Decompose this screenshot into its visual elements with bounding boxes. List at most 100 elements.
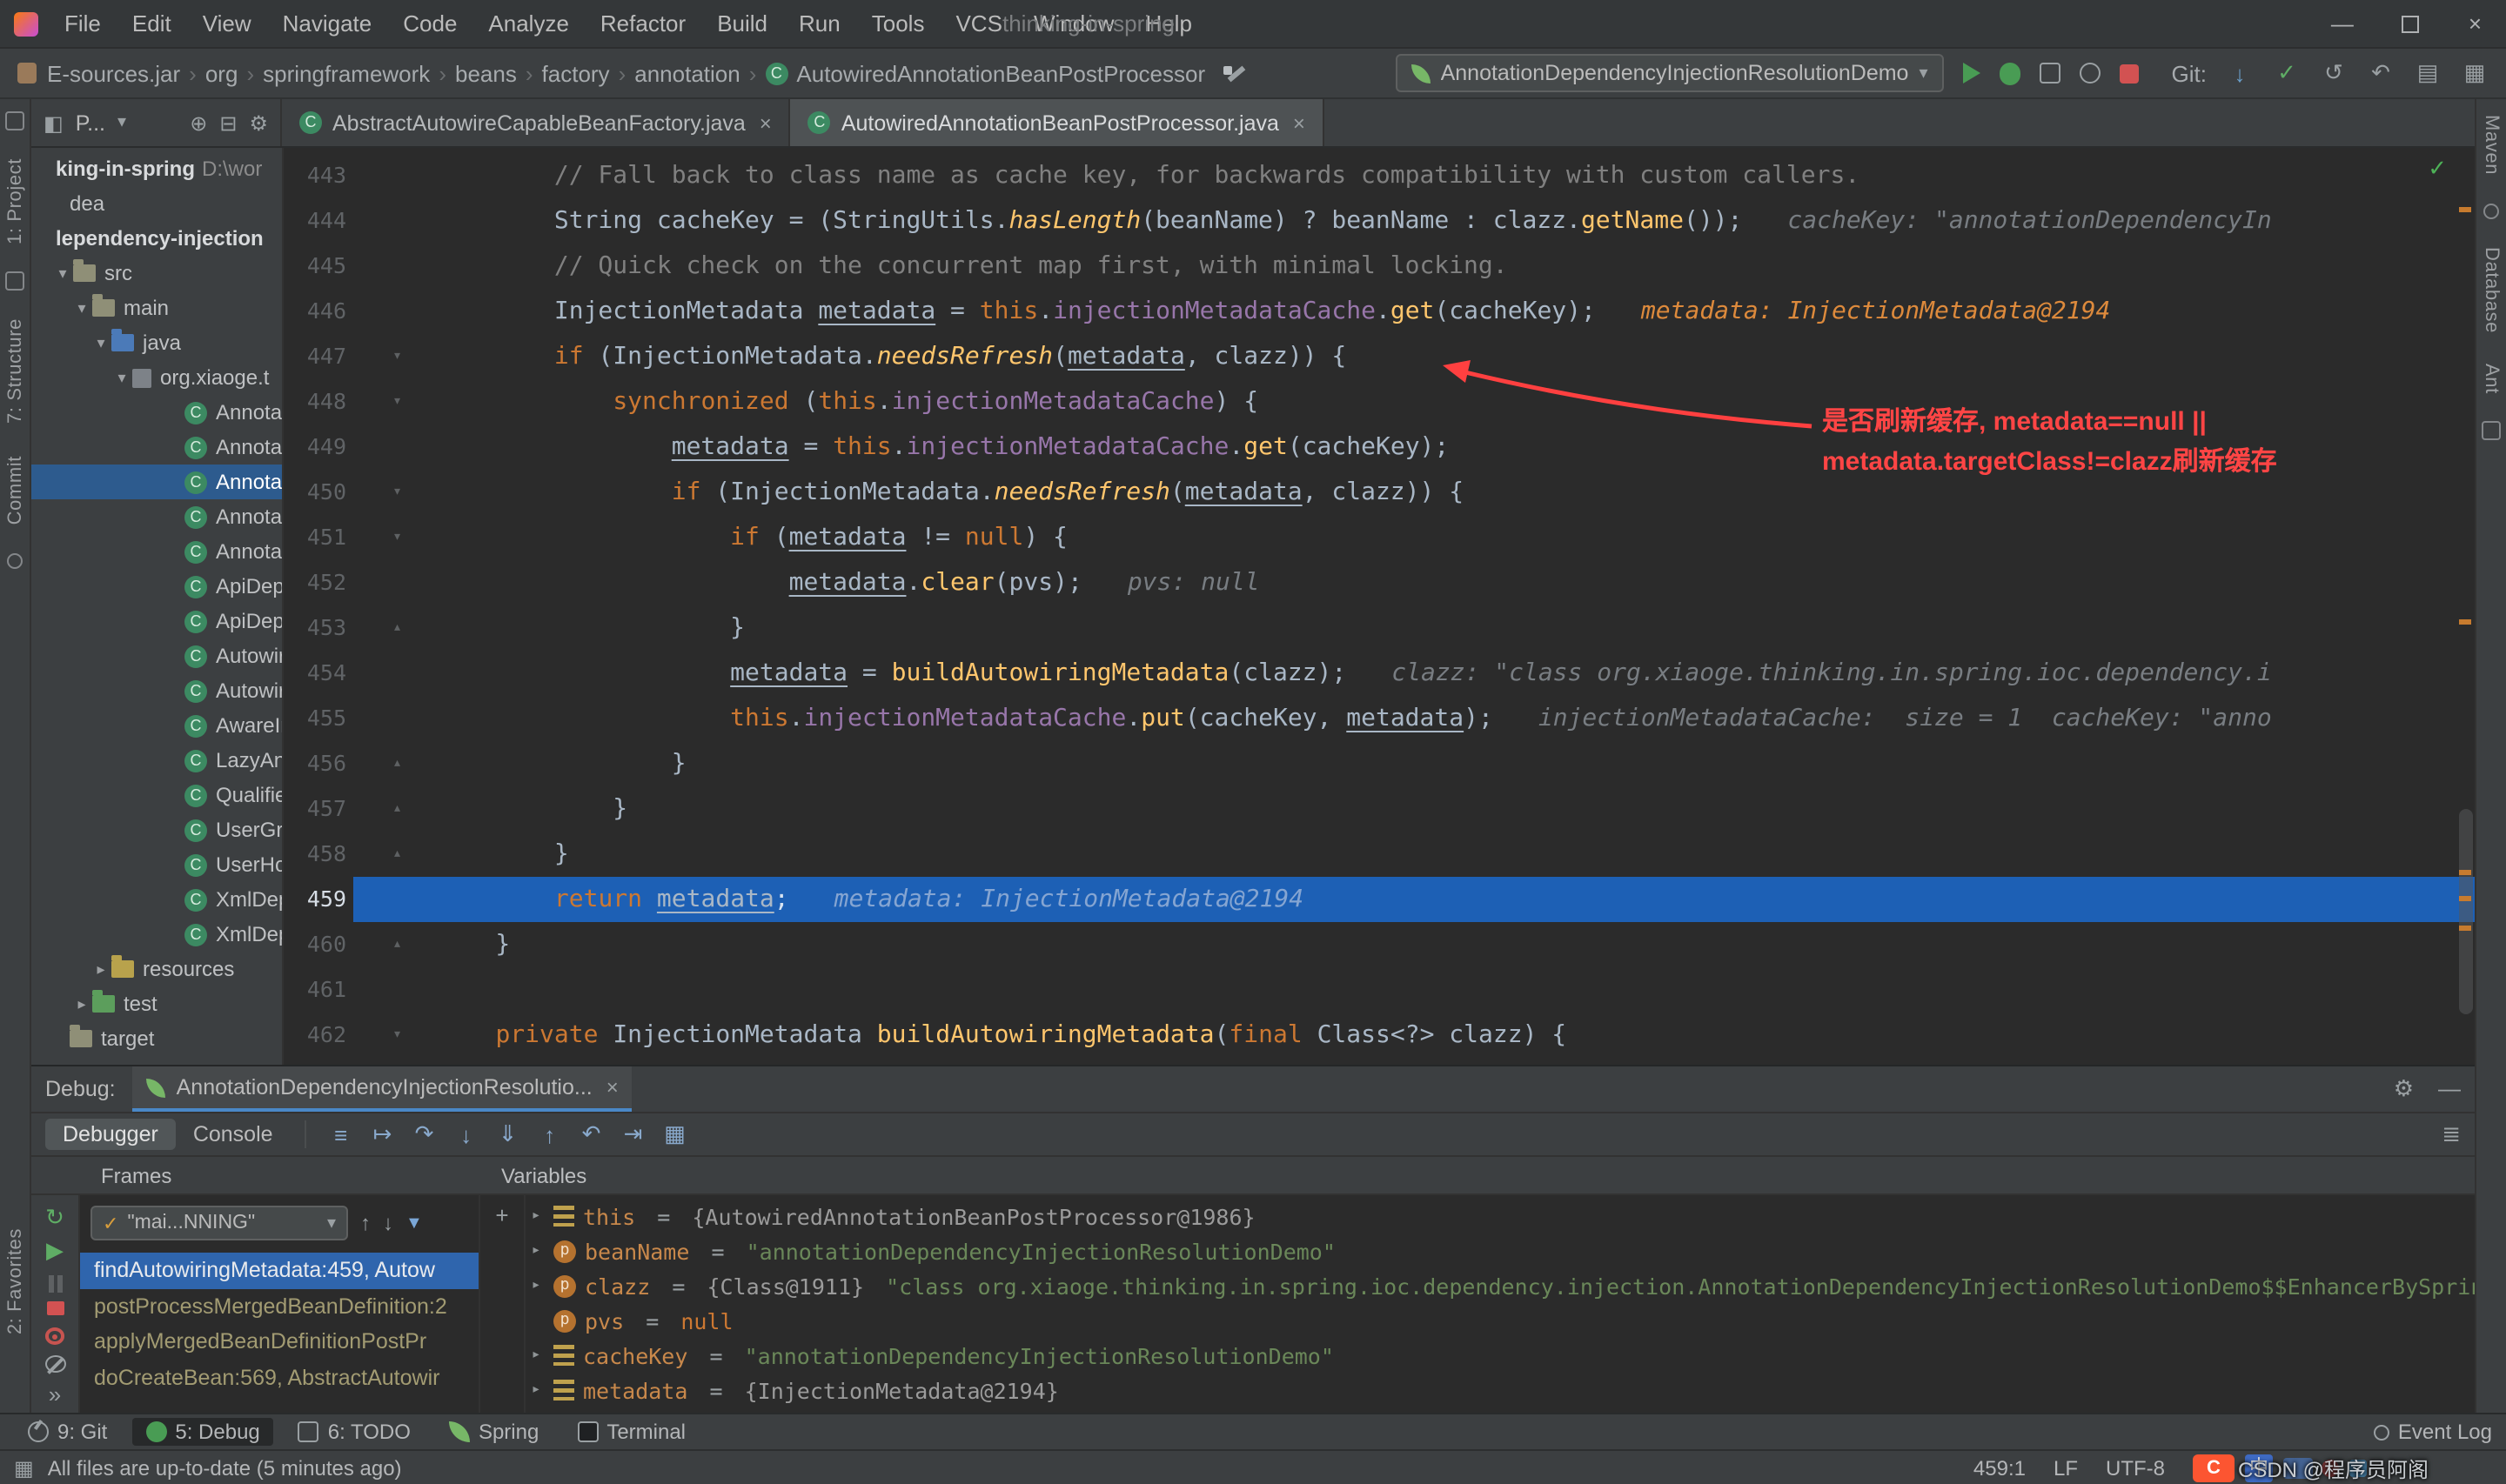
minimize-button[interactable]: — (2331, 10, 2354, 37)
tree-item-king-in-spring[interactable]: king-in-spring D:\wor (31, 151, 282, 186)
breadcrumb-beans[interactable]: beans (455, 60, 517, 86)
tool-windows-icon[interactable]: ▦ (14, 1455, 34, 1480)
tree-item-src[interactable]: ▾ src (31, 256, 282, 291)
monitor-icon[interactable] (5, 111, 24, 130)
tab-debugger[interactable]: Debugger (45, 1119, 176, 1150)
tool-tab-9-git[interactable]: 9: Git (14, 1418, 121, 1446)
code-text[interactable]: return metadata; metadata: InjectionMetad… (423, 877, 2475, 922)
tree-item-java[interactable]: ▾ java (31, 325, 282, 360)
menu-item-navigate[interactable]: Navigate (267, 0, 388, 48)
code-text[interactable]: this.injectionMetadataCache.put(cacheKey… (423, 696, 2475, 741)
error-stripe-mark[interactable] (2459, 926, 2471, 931)
project-view-mode-label[interactable]: P... (76, 110, 105, 135)
tree-item-dea[interactable]: dea (31, 186, 282, 221)
expand-icon[interactable]: ▸ (527, 1207, 545, 1225)
hide-tool-window-icon[interactable]: — (2438, 1075, 2461, 1103)
variable-row-this[interactable]: ▸ this = {AutowiredAnnotationBeanPostProc… (527, 1199, 2475, 1233)
code-text[interactable]: // Fall back to class name as cache key,… (423, 153, 2475, 198)
line-number[interactable]: 462 (284, 1013, 353, 1058)
more-actions-icon[interactable]: » (41, 1381, 69, 1407)
error-stripe-mark[interactable] (2459, 870, 2471, 875)
line-number[interactable]: 460 (284, 922, 353, 967)
tree-item-autowiri[interactable]: C Autowiri (31, 673, 282, 708)
tree-item-lependency-injection[interactable]: lependency-injection (31, 221, 282, 256)
code-text[interactable]: metadata.clear(pvs); pvs: null (423, 560, 2475, 605)
tree-chevron-icon[interactable]: ▾ (52, 264, 73, 283)
close-icon[interactable]: × (760, 110, 772, 135)
code-text[interactable]: } (423, 605, 2475, 651)
close-button[interactable]: × (2469, 10, 2482, 37)
tree-item-annotatio[interactable]: C Annotatio (31, 430, 282, 465)
code-text[interactable]: if (InjectionMetadata.needsRefresh(metad… (423, 334, 2475, 379)
code-text[interactable]: metadata = buildAutowiringMetadata(clazz… (423, 651, 2475, 696)
breadcrumb-annotation[interactable]: annotation (634, 60, 740, 86)
locate-file-icon[interactable]: ⊕ (190, 110, 207, 135)
breadcrumb-factory[interactable]: factory (542, 60, 610, 86)
code-text[interactable]: } (423, 786, 2475, 832)
menu-item-view[interactable]: View (187, 0, 267, 48)
breadcrumb-springframework[interactable]: springframework (263, 60, 430, 86)
coverage-button[interactable] (2039, 63, 2060, 84)
caret-position[interactable]: 459:1 (1973, 1455, 2026, 1480)
error-stripe-mark[interactable] (2459, 619, 2471, 625)
layout-icon[interactable]: ▤ (2414, 59, 2442, 87)
resume-button[interactable]: ▶ (41, 1237, 69, 1263)
code-text[interactable]: } (423, 832, 2475, 877)
tree-item-annotatio[interactable]: C Annotatio (31, 395, 282, 430)
fold-marker-icon[interactable]: ▴ (353, 741, 423, 786)
next-frame-icon[interactable]: ↓ (383, 1211, 393, 1235)
fold-marker-icon[interactable]: ▴ (353, 922, 423, 967)
line-number[interactable]: 452 (284, 560, 353, 605)
profiler-button[interactable] (2079, 63, 2101, 84)
tool-stripe-maven[interactable]: Maven (2481, 115, 2502, 175)
stack-frame-findautowiringmetadata-4[interactable]: findAutowiringMetadata:459, Autow (80, 1253, 479, 1288)
line-number[interactable]: 458 (284, 832, 353, 877)
variable-row-pvs[interactable]: p pvs = null (527, 1303, 2475, 1338)
tree-item-target[interactable]: target (31, 1021, 282, 1056)
thread-selector[interactable]: ✓ "mai...NNING" ▾ (90, 1206, 348, 1240)
gear-icon[interactable]: ⚙ (249, 110, 268, 135)
line-number[interactable]: 455 (284, 696, 353, 741)
variable-row-beanname[interactable]: ▸ p beanName = "annotationDependencyInject… (527, 1233, 2475, 1268)
close-icon[interactable]: × (606, 1075, 619, 1100)
event-log-button[interactable]: Event Log (2373, 1420, 2492, 1444)
tree-item-annotatio[interactable]: C Annotatio (31, 465, 282, 499)
previous-frame-icon[interactable]: ↑ (360, 1211, 371, 1235)
restore-layout-icon[interactable]: ≣ (2442, 1120, 2461, 1148)
bookmark-icon[interactable] (5, 271, 24, 291)
tool-stripe-ant[interactable]: Ant (2481, 364, 2502, 394)
tool-tab-6-todo[interactable]: 6: TODO (285, 1418, 425, 1446)
tool-stripe-commit[interactable]: Commit (4, 456, 25, 525)
tool-stripe-structure[interactable]: 7: Structure (4, 319, 25, 424)
line-number[interactable]: 461 (284, 967, 353, 1013)
target-icon[interactable] (7, 552, 23, 569)
gradle-icon[interactable] (2482, 421, 2501, 441)
tree-item-annotatio[interactable]: C Annotatio (31, 499, 282, 534)
tree-item-xmldepe[interactable]: C XmlDepe (31, 917, 282, 952)
code-text[interactable]: private InjectionMetadata buildAutowirin… (423, 1013, 2475, 1058)
menu-item-tools[interactable]: Tools (856, 0, 941, 48)
restful-tool-icon[interactable] (2483, 203, 2499, 219)
breadcrumb-e-sources-jar[interactable]: E-sources.jar (47, 60, 180, 86)
code-text[interactable]: // Quick check on the concurrent map fir… (423, 244, 2475, 289)
expand-icon[interactable]: ▸ (527, 1242, 545, 1260)
pause-button[interactable] (41, 1270, 69, 1293)
tree-item-userhold[interactable]: C UserHold (31, 847, 282, 882)
settings-gear-icon[interactable]: ⚙ (2394, 1075, 2414, 1103)
add-watch-icon[interactable]: + (495, 1202, 508, 1228)
debug-button[interactable] (1999, 62, 2020, 84)
tool-tab-terminal[interactable]: Terminal (563, 1418, 700, 1446)
tree-item-lazyann[interactable]: C LazyAnn (31, 743, 282, 778)
line-number[interactable]: 459 (284, 877, 353, 922)
line-number[interactable]: 448 (284, 379, 353, 424)
line-separator[interactable]: LF (2054, 1455, 2078, 1480)
stack-frame-applymergedbeandefinitio[interactable]: applyMergedBeanDefinitionPostPr (80, 1324, 479, 1360)
editor-tab-abstractautowirecapablebeanfactory-java[interactable]: C AbstractAutowireCapableBeanFactory.java… (282, 99, 791, 146)
line-number[interactable]: 449 (284, 424, 353, 470)
code-text[interactable] (423, 967, 2475, 1013)
chevron-down-icon[interactable]: ▾ (117, 113, 126, 132)
run-configuration-select[interactable]: AnnotationDependencyInjectionResolutionD… (1395, 54, 1944, 92)
debug-session-tab[interactable]: AnnotationDependencyInjectionResolutio..… (132, 1066, 633, 1112)
fold-marker-icon[interactable]: ▾ (353, 470, 423, 515)
filter-frames-icon[interactable]: ▼ (405, 1213, 423, 1233)
